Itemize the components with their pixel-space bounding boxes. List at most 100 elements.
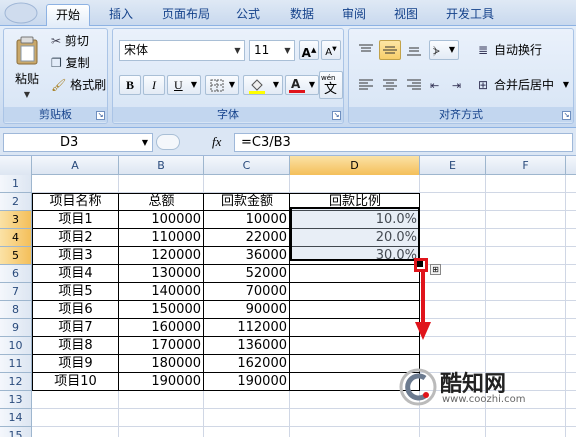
table-cell[interactable]: 180000 (119, 355, 204, 373)
ratio-cell[interactable] (290, 337, 420, 355)
column-header-b[interactable]: B (119, 156, 204, 175)
font-color-button[interactable]: A ▼ (285, 75, 319, 95)
underline-button[interactable]: U ▼ (167, 75, 201, 95)
phonetic-button[interactable]: wén 文 (319, 71, 343, 99)
font-size-select[interactable]: 11 ▼ (249, 40, 295, 61)
table-cell[interactable]: 190000 (119, 373, 204, 391)
table-cell[interactable]: 112000 (204, 319, 290, 337)
column-header-c[interactable]: C (204, 156, 290, 175)
table-cell[interactable]: 项目4 (32, 265, 119, 283)
table-cell[interactable]: 项目1 (32, 211, 119, 229)
table-cell[interactable]: 项目9 (32, 355, 119, 373)
row-header-14[interactable]: 14 (0, 409, 32, 427)
fill-handle[interactable] (414, 258, 428, 272)
align-top-button[interactable] (355, 40, 377, 60)
row-header-9[interactable]: 9 (0, 319, 32, 337)
tab-review[interactable]: 审阅 (334, 4, 374, 26)
row-header-15[interactable]: 15 (0, 427, 32, 437)
grow-font-button[interactable]: A▲ (299, 40, 319, 60)
chevron-down-icon[interactable]: ▼ (142, 134, 148, 151)
paste-button[interactable]: 粘贴 ▼ (7, 31, 45, 103)
shrink-font-button[interactable]: A▼ (321, 40, 341, 60)
row-header-10[interactable]: 10 (0, 337, 32, 355)
align-right-button[interactable] (403, 75, 425, 95)
table-cell[interactable]: 136000 (204, 337, 290, 355)
selected-range[interactable] (290, 207, 420, 261)
table-cell[interactable]: 110000 (119, 229, 204, 247)
format-painter-button[interactable]: 🖌 格式刷 (50, 75, 108, 95)
decrease-indent-button[interactable]: ⇤ (429, 75, 449, 95)
table-cell[interactable]: 项目6 (32, 301, 119, 319)
row-header-13[interactable]: 13 (0, 391, 32, 409)
table-cell[interactable]: 162000 (204, 355, 290, 373)
increase-indent-button[interactable]: ⇥ (451, 75, 471, 95)
formula-bar-divider[interactable] (156, 134, 180, 150)
table-cell[interactable]: 项目3 (32, 247, 119, 265)
row-header-7[interactable]: 7 (0, 283, 32, 301)
align-middle-button[interactable] (379, 40, 401, 60)
row-header-12[interactable]: 12 (0, 373, 32, 391)
borders-button[interactable]: ▼ (205, 75, 239, 95)
font-name-select[interactable]: 宋体 ▼ (119, 40, 245, 61)
tab-page-layout[interactable]: 页面布局 (152, 4, 220, 26)
table-cell[interactable]: 项目7 (32, 319, 119, 337)
copy-button[interactable]: ❐ 复制 (50, 53, 106, 73)
table-cell[interactable]: 150000 (119, 301, 204, 319)
ratio-cell[interactable] (290, 265, 420, 283)
table-cell[interactable]: 36000 (204, 247, 290, 265)
name-box[interactable]: D3 ▼ (3, 133, 153, 152)
table-cell[interactable]: 120000 (119, 247, 204, 265)
header-cell[interactable]: 回款金额 (204, 193, 290, 211)
table-cell[interactable]: 项目8 (32, 337, 119, 355)
tab-developer[interactable]: 开发工具 (440, 4, 500, 26)
table-cell[interactable]: 22000 (204, 229, 290, 247)
align-left-button[interactable] (355, 75, 377, 95)
wrap-text-button[interactable]: ≣ 自动换行 (475, 40, 571, 60)
table-cell[interactable]: 项目2 (32, 229, 119, 247)
office-button[interactable] (4, 2, 38, 24)
table-cell[interactable]: 项目10 (32, 373, 119, 391)
tab-formulas[interactable]: 公式 (226, 4, 270, 26)
ratio-cell[interactable] (290, 283, 420, 301)
table-cell[interactable]: 170000 (119, 337, 204, 355)
row-header-1[interactable]: 1 (0, 175, 32, 193)
table-cell[interactable]: 10000 (204, 211, 290, 229)
align-bottom-button[interactable] (403, 40, 425, 60)
alignment-launcher-icon[interactable]: ↘ (562, 111, 571, 120)
ratio-cell[interactable] (290, 319, 420, 337)
row-header-3[interactable]: 3 (0, 211, 32, 229)
clipboard-launcher-icon[interactable]: ↘ (96, 111, 105, 120)
ratio-cell[interactable] (290, 301, 420, 319)
merge-center-button[interactable]: ⊞ 合并后居中 ▼ (475, 75, 571, 95)
align-center-button[interactable] (379, 75, 401, 95)
column-header-e[interactable]: E (420, 156, 486, 175)
table-cell[interactable]: 100000 (119, 211, 204, 229)
row-header-11[interactable]: 11 (0, 355, 32, 373)
cut-button[interactable]: ✂ 剪切 (50, 31, 106, 51)
font-launcher-icon[interactable]: ↘ (332, 111, 341, 120)
header-cell[interactable]: 项目名称 (32, 193, 119, 211)
row-header-2[interactable]: 2 (0, 193, 32, 211)
row-header-5[interactable]: 5 (0, 247, 32, 265)
table-cell[interactable]: 项目5 (32, 283, 119, 301)
orientation-button[interactable]: ⦔ ▼ (429, 40, 459, 60)
table-cell[interactable]: 90000 (204, 301, 290, 319)
tab-view[interactable]: 视图 (386, 4, 426, 26)
tab-insert[interactable]: 插入 (98, 4, 144, 26)
table-cell[interactable]: 190000 (204, 373, 290, 391)
table-cell[interactable]: 140000 (119, 283, 204, 301)
column-header-d[interactable]: D (290, 156, 420, 175)
formula-input[interactable]: =C3/B3 (234, 133, 573, 152)
fill-color-button[interactable]: ▼ (243, 75, 283, 95)
table-cell[interactable]: 130000 (119, 265, 204, 283)
table-cell[interactable]: 160000 (119, 319, 204, 337)
tab-data[interactable]: 数据 (282, 4, 322, 26)
row-header-8[interactable]: 8 (0, 301, 32, 319)
paste-dropdown-icon[interactable]: ▼ (8, 86, 46, 104)
row-header-4[interactable]: 4 (0, 229, 32, 247)
table-cell[interactable]: 52000 (204, 265, 290, 283)
insert-function-icon[interactable]: fx (212, 134, 221, 150)
header-cell[interactable]: 总额 (119, 193, 204, 211)
column-header-f[interactable]: F (486, 156, 566, 175)
select-all-corner[interactable] (0, 156, 32, 175)
